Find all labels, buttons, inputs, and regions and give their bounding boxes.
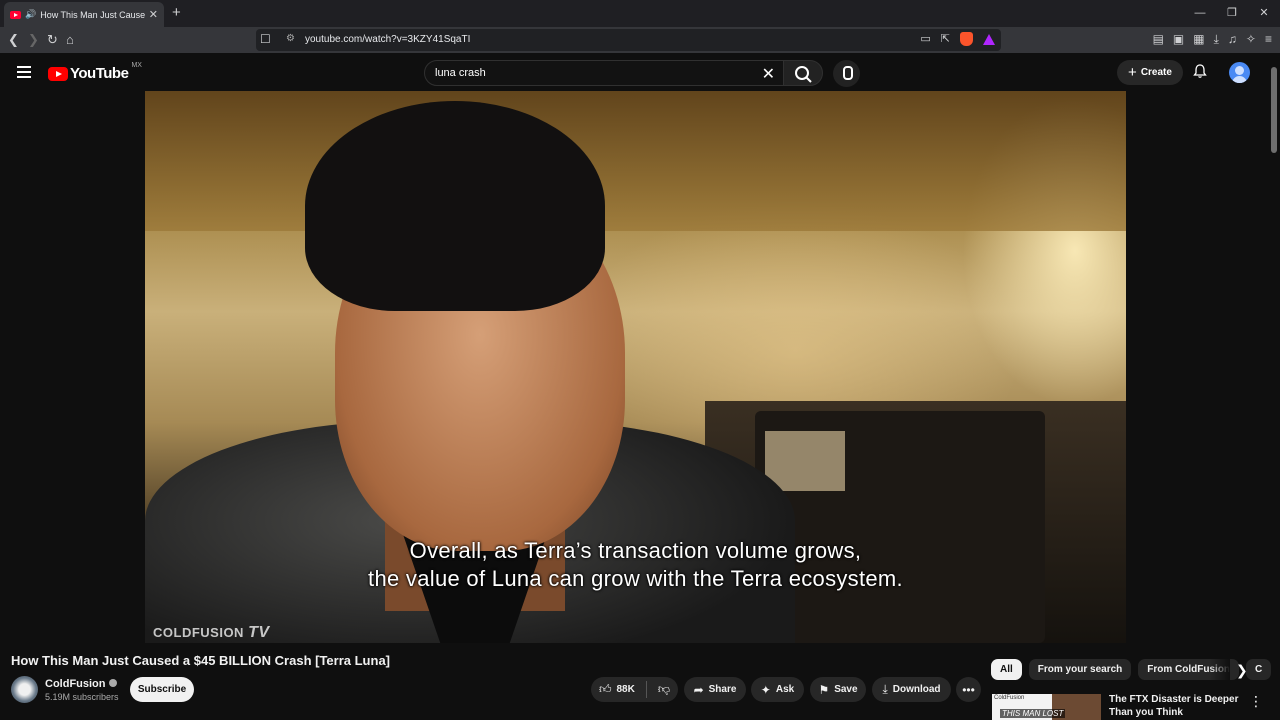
maximize-button[interactable]: ❐	[1216, 0, 1248, 27]
channel-avatar[interactable]	[11, 676, 38, 703]
download-label: Download	[892, 684, 941, 695]
country-code: MX	[131, 62, 142, 69]
page-scrollbar[interactable]	[1268, 53, 1280, 720]
dislike-icon[interactable]: 👎︎	[658, 682, 670, 697]
forward-icon[interactable]: ❯	[28, 32, 39, 48]
hamburger-menu-icon[interactable]	[17, 66, 31, 81]
more-vertical-icon[interactable]: ⋮	[1249, 693, 1263, 710]
tab-title: How This Man Just Caused a	[40, 9, 145, 20]
downloads-icon[interactable]: ⤓	[1214, 32, 1219, 47]
chip-from-your-search[interactable]: From your search	[1028, 659, 1132, 680]
plus-icon: +	[1128, 64, 1137, 81]
url-text[interactable]: youtube.com/watch?v=3KZY41SqaTI	[305, 34, 470, 45]
sidebar-icon[interactable]: ▤	[1153, 32, 1164, 47]
browser-toolbar: ❮ ❯ ↻ ⌂ ☐ ⚙ youtube.com/watch?v=3KZY41Sq…	[0, 27, 1280, 53]
brave-shields-icon[interactable]	[960, 32, 973, 46]
more-actions-button[interactable]: •••	[956, 677, 981, 702]
back-icon[interactable]: ❮	[8, 32, 19, 48]
video-light-patch	[765, 431, 845, 491]
chevron-right-icon[interactable]: ❯	[1236, 662, 1248, 679]
scrollbar-thumb[interactable]	[1271, 67, 1277, 153]
share-page-icon[interactable]: ⇱	[941, 32, 950, 46]
video-captions: Overall, as Terra’s transaction volume g…	[145, 537, 1126, 593]
download-icon: ⤓	[882, 682, 888, 696]
channel-name[interactable]: ColdFusion	[45, 678, 106, 690]
search-button[interactable]	[783, 60, 823, 86]
omnibox-actions: ▭ ⇱	[920, 32, 995, 46]
new-tab-button[interactable]: +	[172, 4, 181, 21]
share-button[interactable]: ➦ Share	[684, 677, 746, 702]
like-count[interactable]: 88K	[617, 684, 635, 695]
window-controls: — ❐ ✕	[1184, 0, 1280, 27]
site-info-icon[interactable]: ⚙	[286, 33, 295, 44]
media-icon[interactable]: ♫	[1228, 32, 1237, 47]
ask-button[interactable]: ✦ Ask	[751, 677, 804, 702]
youtube-wordmark: YouTube	[70, 65, 129, 82]
video-player[interactable]: Overall, as Terra’s transaction volume g…	[145, 91, 1126, 643]
browser-tools: ▤ ▣ ▦ ⤓ ♫ ✧ ≡	[1153, 32, 1272, 47]
save-button[interactable]: ⚑ Save	[810, 677, 866, 702]
like-dislike-group: 👍︎ 88K 👎︎	[591, 677, 678, 702]
reload-icon[interactable]: ↻	[47, 32, 58, 48]
create-button[interactable]: + Create	[1117, 60, 1183, 85]
like-icon[interactable]: 👍︎	[599, 682, 612, 697]
caption-line-2: the value of Luna can grow with the Terr…	[368, 566, 903, 591]
like-divider	[645, 681, 647, 698]
chip-partial[interactable]: C	[1246, 659, 1272, 680]
sparkle-icon: ✦	[760, 682, 771, 697]
subscribe-button[interactable]: Subscribe	[130, 677, 194, 702]
address-bar[interactable]: ☐ ⚙ youtube.com/watch?v=3KZY41SqaTI ▭ ⇱	[256, 29, 1001, 51]
youtube-logo[interactable]: YouTube MX	[48, 62, 142, 82]
caption-line-1: Overall, as Terra’s transaction volume g…	[409, 538, 862, 563]
share-label: Share	[708, 684, 737, 695]
youtube-header: YouTube MX luna crash ✕ + Create	[0, 53, 1280, 91]
video-person-hair	[305, 101, 605, 311]
clear-search-icon[interactable]: ✕	[762, 64, 775, 84]
watermark-text: COLDFUSION	[153, 625, 244, 640]
youtube-favicon-icon	[10, 10, 21, 19]
search-icon	[795, 66, 812, 83]
verified-icon	[108, 679, 117, 687]
chip-all[interactable]: All	[991, 659, 1022, 680]
reading-list-icon[interactable]: ▦	[1193, 32, 1204, 47]
browser-tab-bar: 🔊 How This Man Just Caused a ✕ + — ❐ ✕	[0, 0, 1280, 27]
close-window-button[interactable]: ✕	[1248, 0, 1280, 27]
channel-name-row[interactable]: ColdFusion	[45, 678, 117, 690]
save-label: Save	[834, 684, 858, 695]
watermark-tv: TV	[248, 624, 270, 641]
share-icon: ➦	[693, 682, 704, 697]
chips-fade	[1210, 659, 1230, 680]
leo-ai-icon[interactable]: ✧	[1246, 32, 1256, 47]
account-avatar[interactable]	[1229, 62, 1250, 83]
search-query[interactable]: luna crash	[435, 67, 486, 79]
video-title: How This Man Just Caused a $45 BILLION C…	[11, 653, 390, 668]
thumb-caption: THIS MAN LOST	[1000, 709, 1066, 718]
search-input[interactable]: luna crash ✕	[424, 60, 784, 86]
notifications-bell-icon[interactable]	[1193, 64, 1207, 78]
create-label: Create	[1140, 67, 1172, 78]
save-bookmark-icon: ⚑	[818, 682, 830, 697]
download-button[interactable]: ⤓ Download	[872, 677, 951, 702]
recommendation-thumbnail[interactable]: ColdFusion THIS MAN LOST	[992, 694, 1101, 720]
home-icon[interactable]: ⌂	[66, 32, 74, 47]
ask-label: Ask	[775, 684, 795, 695]
youtube-play-icon	[48, 66, 68, 81]
browser-menu-icon[interactable]: ≡	[1265, 32, 1272, 47]
brave-rewards-icon[interactable]	[983, 34, 995, 45]
wallet-icon[interactable]: ▣	[1173, 32, 1184, 47]
browser-tab[interactable]: 🔊 How This Man Just Caused a ✕	[4, 2, 164, 27]
speaker-icon[interactable]: 🔊	[25, 9, 36, 20]
video-background	[145, 91, 1126, 231]
cast-icon[interactable]: ▭	[920, 32, 930, 46]
more-horizontal-icon: •••	[962, 682, 975, 697]
minimize-button[interactable]: —	[1184, 0, 1216, 27]
channel-watermark: COLDFUSION TV	[153, 624, 270, 642]
thumb-brand: ColdFusion	[994, 695, 1025, 701]
voice-search-icon[interactable]	[833, 60, 860, 87]
bookmark-icon[interactable]: ☐	[260, 32, 271, 46]
recommendation-title[interactable]: The FTX Disaster is Deeper Than you Thin…	[1109, 693, 1239, 719]
close-tab-icon[interactable]: ✕	[149, 8, 158, 21]
subscriber-count: 5.19M subscribers	[45, 692, 119, 702]
